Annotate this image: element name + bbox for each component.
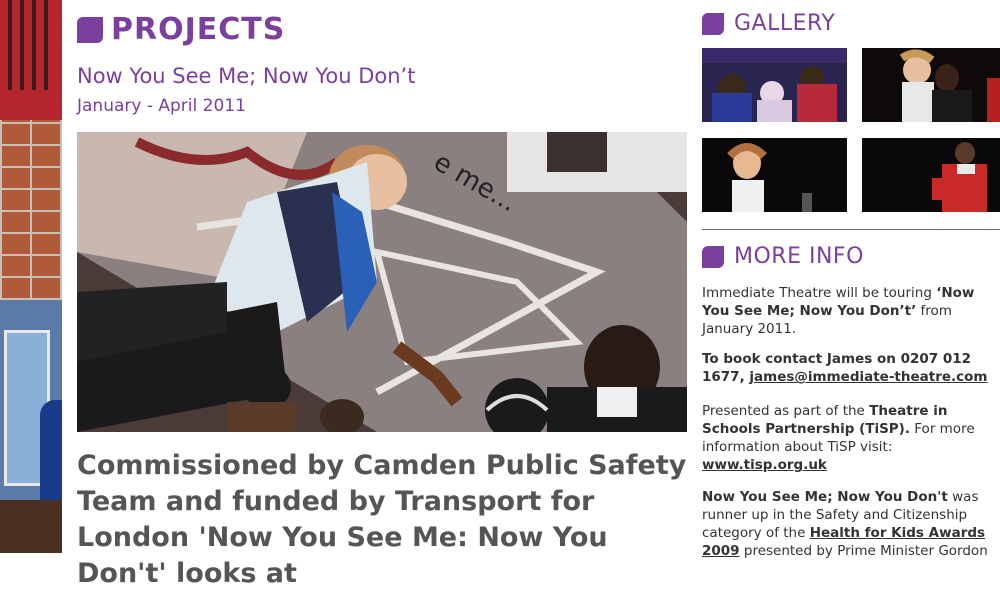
info-text: presented by Prime Minister Gordon: [739, 543, 988, 559]
gallery-header: GALLERY: [702, 11, 835, 36]
info-text: Presented as part of the: [702, 403, 870, 419]
projects-heading: PROJECTS: [111, 12, 286, 47]
section-marker-icon: [702, 245, 724, 268]
project-dates: January - April 2011: [77, 96, 246, 116]
left-background-photo: [0, 0, 62, 553]
project-title: Now You See Me; Now You Don’t: [77, 64, 416, 88]
tisp-link[interactable]: www.tisp.org.uk: [702, 457, 827, 473]
gallery-thumbnail-4[interactable]: [862, 138, 1000, 212]
section-marker-icon: [77, 16, 103, 43]
gallery-thumbnail-1[interactable]: [702, 48, 847, 122]
info-paragraph-booking: To book contact James on 0207 012 1677, …: [702, 350, 998, 386]
gallery-thumbnail-3[interactable]: [702, 138, 847, 212]
info-paragraph-award: Now You See Me; Now You Don't was runner…: [702, 488, 998, 560]
projects-header: PROJECTS: [77, 12, 285, 47]
email-link[interactable]: james@immediate-theatre.com: [749, 369, 987, 385]
more-info-header: MORE INFO: [702, 244, 864, 269]
info-paragraph-tour: Immediate Theatre will be touring ‘Now Y…: [702, 284, 998, 338]
info-bold-text: Now You See Me; Now You Don't: [702, 489, 948, 505]
info-text: Immediate Theatre will be touring: [702, 285, 937, 301]
project-lead-text: Commissioned by Camden Public Safety Tea…: [77, 450, 687, 589]
project-hero-photo: e me...: [77, 132, 687, 432]
gallery-thumbnail-2[interactable]: [862, 48, 1000, 122]
more-info-heading: MORE INFO: [734, 244, 864, 269]
section-marker-icon: [702, 12, 724, 35]
sidebar-divider: [702, 229, 1000, 230]
info-paragraph-tisp: Presented as part of the Theatre in Scho…: [702, 402, 998, 474]
gallery-heading: GALLERY: [734, 11, 836, 36]
